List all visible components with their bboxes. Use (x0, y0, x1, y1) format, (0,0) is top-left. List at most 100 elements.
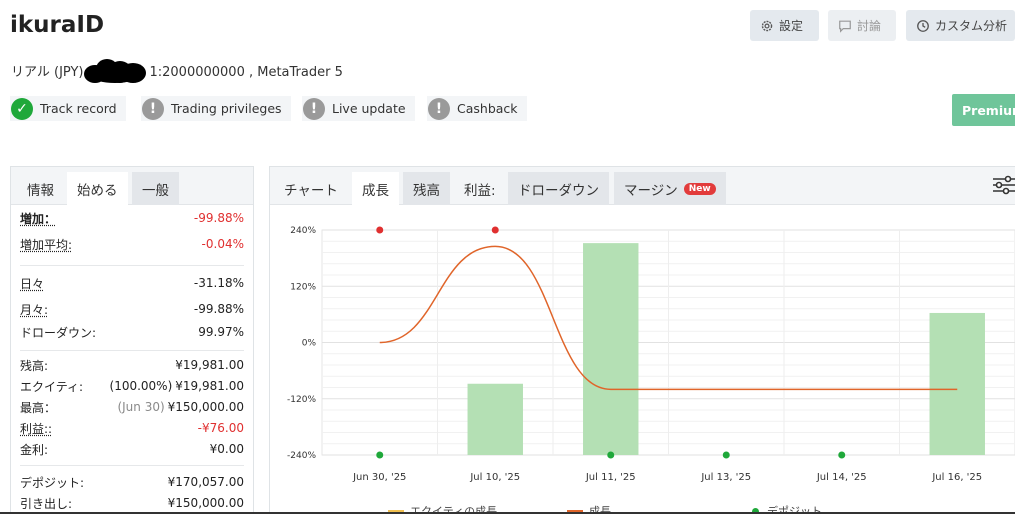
stat-value: -99.88% (193, 211, 244, 225)
stat-label: エクイティ: (20, 379, 84, 394)
stat-label: 残高: (20, 358, 49, 373)
stat-deposits: デポジット: ¥170,057.00 (20, 472, 244, 492)
stat-value: ¥0.00 (209, 442, 244, 456)
divider (20, 465, 244, 466)
stat-interest: 金利: ¥0.00 (20, 439, 244, 459)
exclamation-icon: ! (142, 97, 164, 120)
custom-analysis-button[interactable]: カスタム分析 (906, 10, 1015, 41)
withdrawal-marker (376, 226, 384, 234)
stat-avg-gain: 増加平均: -0.04% (20, 234, 244, 254)
tab-margin-label: マージン (624, 182, 678, 199)
stat-value: ¥19,981.00 (175, 379, 244, 393)
sliders-icon[interactable] (992, 175, 1015, 195)
stat-value: -¥76.00 (197, 421, 244, 435)
x-tick-label: Jul 14, '25 (816, 472, 867, 483)
growth-chart[interactable]: 240% 120% 0% -120% -240% Jun 30, '25 Jul 10, … (270, 205, 1015, 495)
tab-margin[interactable]: マージン New (614, 172, 726, 205)
tab-profit[interactable]: 利益: (454, 172, 506, 205)
stat-value: -0.04% (201, 237, 244, 251)
stat-balance: 残高: ¥19,981.00 (20, 355, 244, 375)
stat-label: 日々 (20, 276, 45, 291)
settings-button-label: 設定 (779, 19, 804, 33)
stat-label: 月々: (20, 302, 49, 317)
premium-button[interactable]: Premium (952, 94, 1015, 126)
badge-track-record[interactable]: ✓ Track record (10, 96, 126, 121)
exclamation-icon: ! (428, 97, 450, 120)
gear-icon (761, 20, 773, 31)
badge-cashback[interactable]: ! Cashback (427, 96, 527, 121)
x-tick-label: Jul 11, '25 (585, 472, 636, 483)
stat-equity: エクイティ: (100.00%) ¥19,981.00 (20, 376, 244, 396)
stat-label: ドローダウン: (20, 325, 97, 340)
stats-tabbar: 情報 始める 一般 (11, 167, 253, 205)
exclamation-icon: ! (303, 97, 325, 120)
account-leverage-platform: 1:2000000000 , MetaTrader 5 (149, 65, 343, 80)
deposit-marker (838, 451, 846, 459)
badge-label: Track record (40, 101, 117, 116)
deposit-marker (722, 451, 730, 459)
clock-icon (917, 19, 929, 32)
stat-value: ¥170,057.00 (167, 475, 244, 489)
chart-tabbar: チャート 成長 残高 利益: ドローダウン マージン New (270, 167, 1015, 205)
tab-info[interactable]: 情報 (17, 172, 64, 205)
tab-chart[interactable]: チャート (274, 172, 348, 205)
stat-profit: 利益:: -¥76.00 (20, 418, 244, 438)
stat-label: 金利: (20, 442, 49, 457)
stat-label: 引き出し: (20, 496, 73, 511)
x-tick-label: Jul 10, '25 (469, 472, 520, 483)
stat-label: 最高： (20, 400, 57, 415)
stat-value: 99.97% (198, 325, 244, 339)
discussion-button-label: 討論 (857, 19, 882, 33)
chart-panel: チャート 成長 残高 利益: ドローダウン マージン New 240% 120% 0… (269, 166, 1015, 514)
badge-trading-privileges[interactable]: ! Trading privileges (141, 96, 291, 121)
discussion-button[interactable]: 討論 (828, 10, 896, 41)
account-type: リアル (JPY) (11, 65, 84, 80)
badge-label: Cashback (457, 101, 518, 116)
divider (20, 265, 244, 266)
stat-monthly: 月々: -99.88% (20, 299, 244, 319)
y-tick-label: -120% (287, 395, 316, 405)
settings-button[interactable]: 設定 (750, 10, 819, 41)
y-tick-label: -240% (287, 451, 316, 461)
stat-label: 増加平均: (20, 237, 73, 252)
stat-withdrawals: 引き出し: ¥150,000.00 (20, 493, 244, 513)
stat-value: -99.88% (193, 302, 244, 316)
badge-label: Live update (332, 101, 406, 116)
stat-value: ¥19,981.00 (175, 358, 244, 372)
check-icon: ✓ (11, 97, 33, 120)
tab-growth[interactable]: 成長 (352, 172, 399, 205)
deposit-marker (607, 451, 615, 459)
chat-icon (839, 20, 851, 33)
stat-value-group: (Jun 30) ¥150,000.00 (117, 400, 244, 414)
tab-start[interactable]: 始める (67, 172, 128, 205)
stat-value: -31.18% (193, 276, 244, 290)
stat-drawdown: ドローダウン: 99.97% (20, 322, 244, 342)
stat-value-group: (100.00%) ¥19,981.00 (110, 379, 244, 393)
custom-analysis-button-label: カスタム分析 (935, 19, 1008, 33)
deposit-marker (376, 451, 384, 459)
chart-bar (583, 243, 639, 455)
stat-label: デポジット: (20, 475, 85, 490)
redaction-blob (84, 59, 148, 83)
divider (20, 350, 244, 351)
stats-panel: 情報 始める 一般 増加： -99.88% 増加平均: -0.04% 日々 -3… (10, 166, 254, 514)
highest-date: (Jun 30) (117, 400, 165, 414)
new-badge: New (683, 182, 716, 195)
stat-label: 増加： (20, 211, 57, 226)
y-tick-label: 240% (290, 226, 316, 236)
account-subtitle: リアル (JPY) 1:2000000000 , MetaTrader 5 (11, 59, 343, 83)
account-title: ikuraID (10, 12, 105, 38)
withdrawal-marker (491, 226, 499, 234)
badge-live-update[interactable]: ! Live update (302, 96, 415, 121)
x-tick-label: Jul 16, '25 (931, 472, 982, 483)
stat-label: 利益:: (20, 421, 53, 436)
tab-balance[interactable]: 残高 (403, 172, 450, 205)
tab-general[interactable]: 一般 (132, 172, 179, 205)
stat-value: ¥150,000.00 (167, 400, 244, 414)
equity-percent: (100.00%) (109, 379, 173, 393)
chart-bar (467, 383, 523, 455)
y-tick-label: 120% (290, 282, 316, 292)
stat-highest: 最高： (Jun 30) ¥150,000.00 (20, 397, 244, 417)
stat-gain: 増加： -99.88% (20, 208, 244, 228)
tab-drawdown[interactable]: ドローダウン (508, 172, 609, 205)
